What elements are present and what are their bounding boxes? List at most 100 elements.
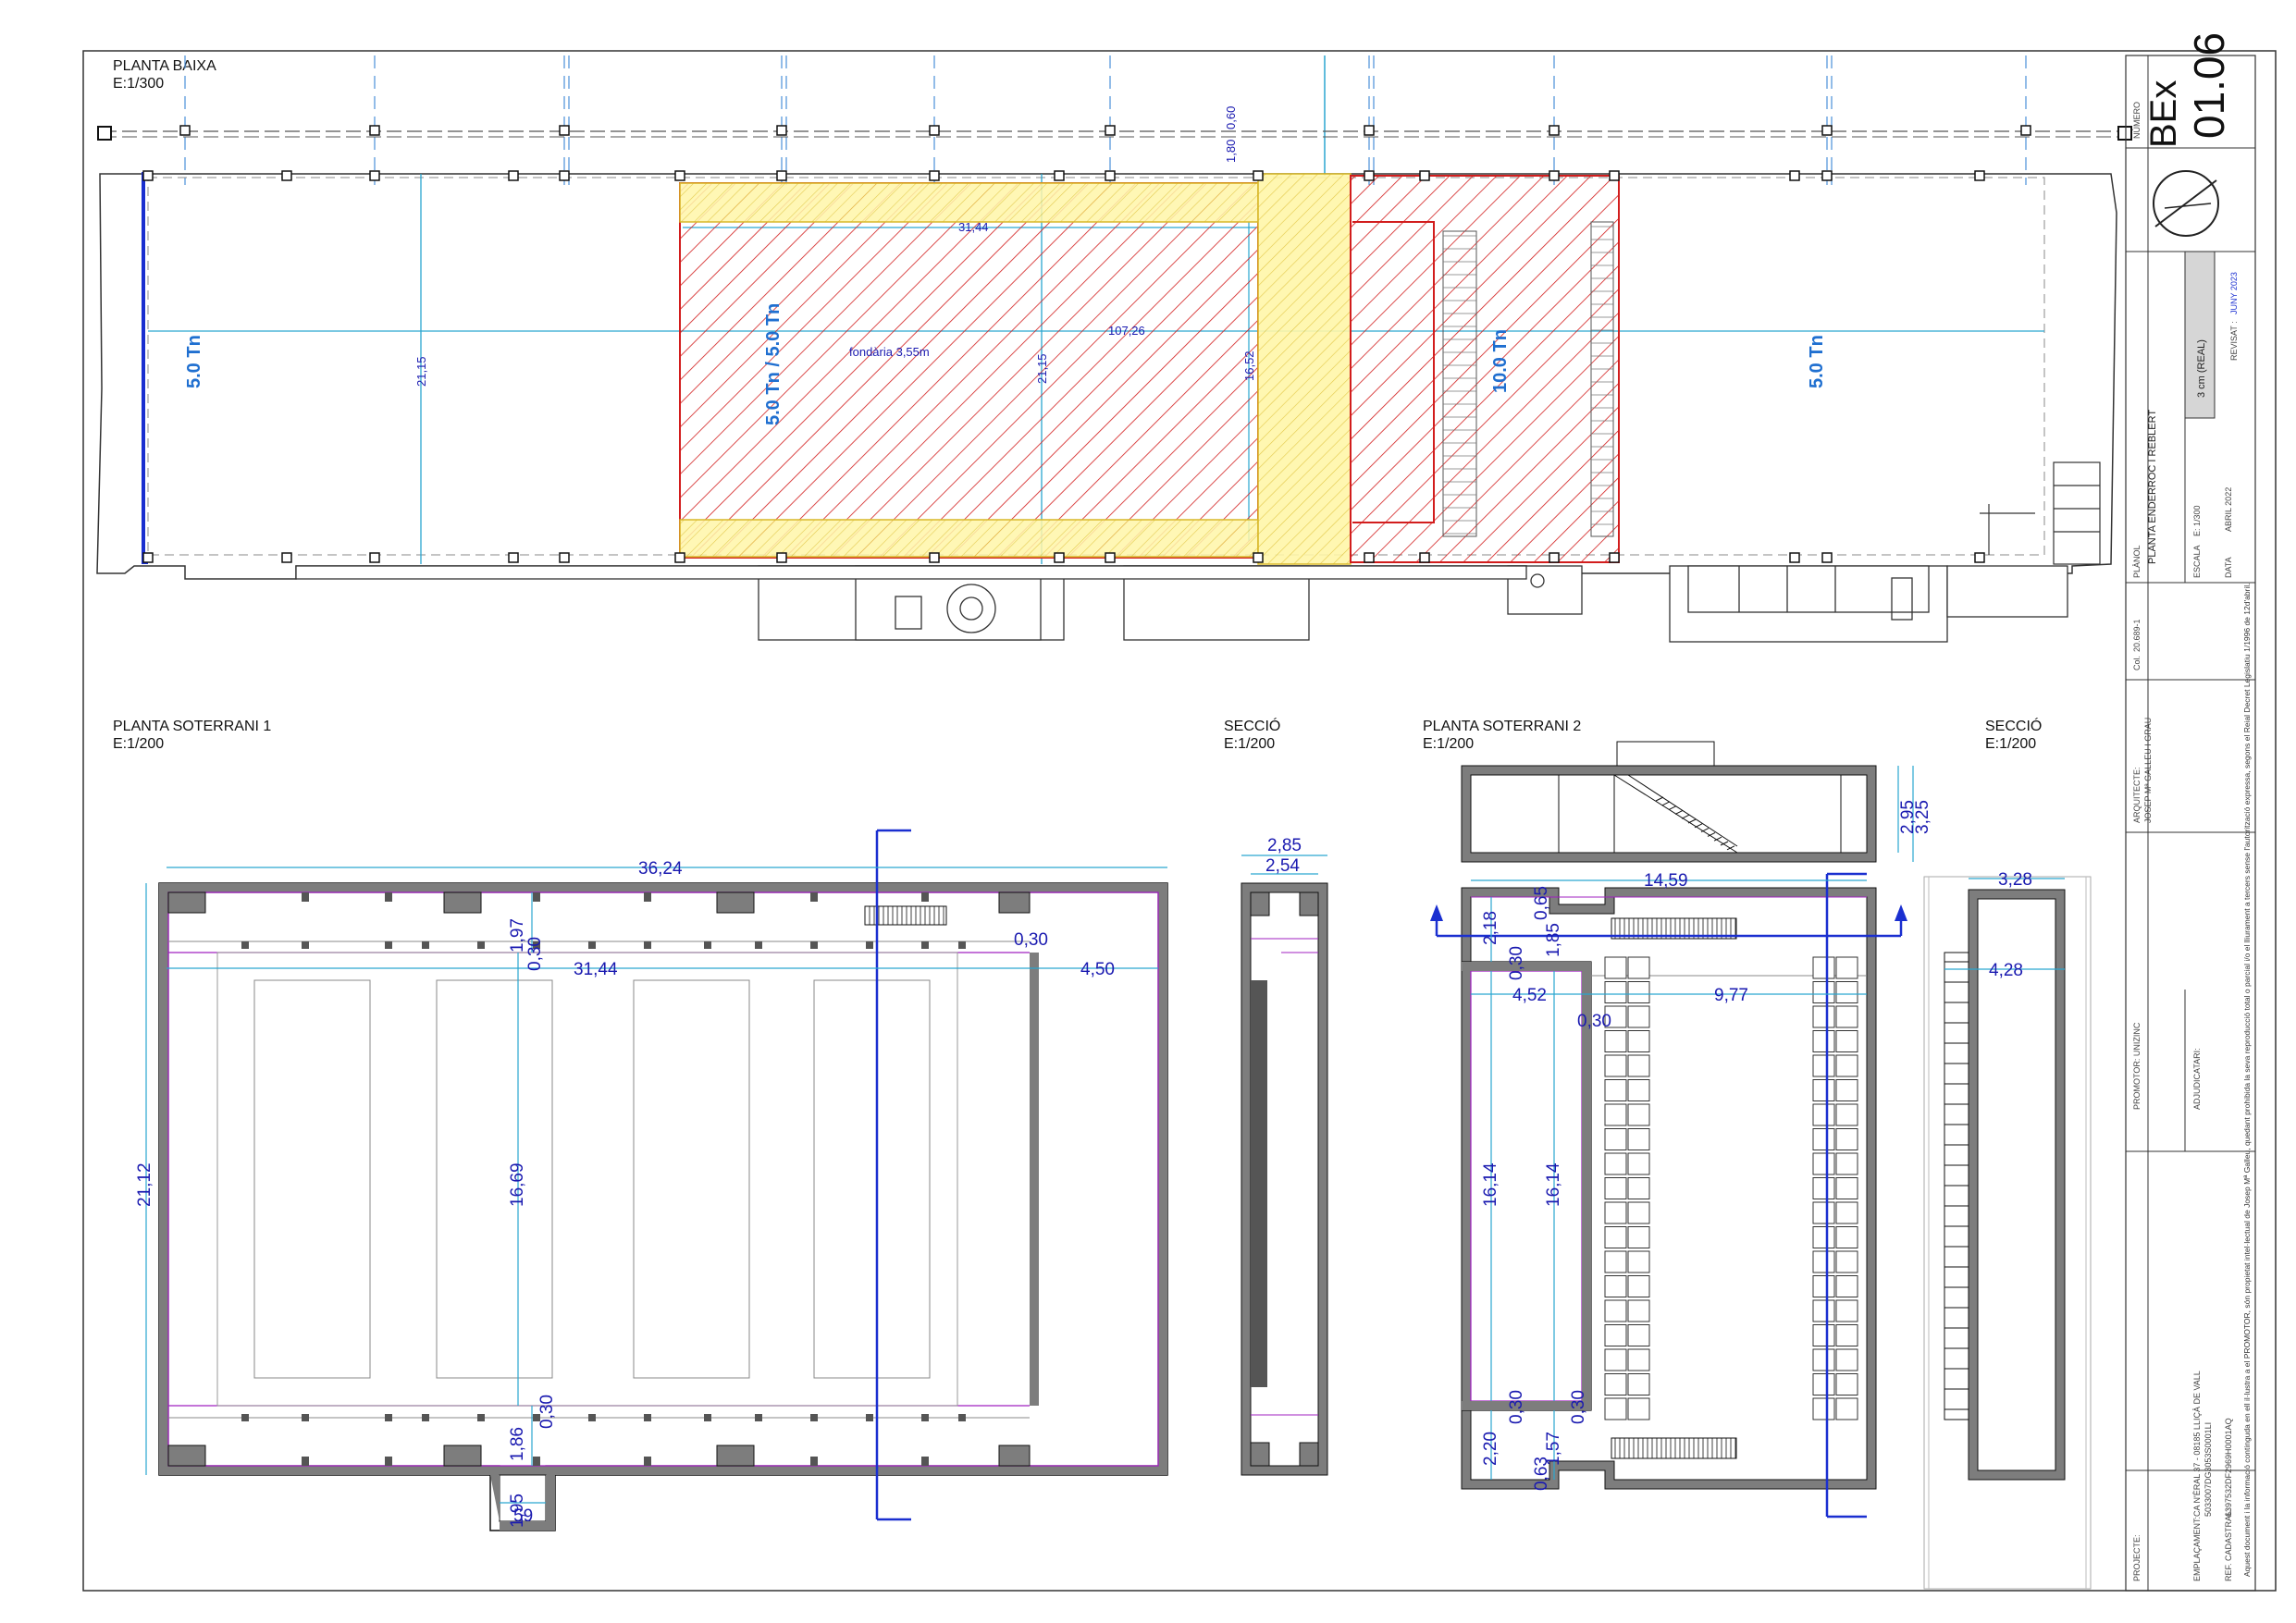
storage-cell [1835,1397,1858,1420]
s1-dim-height-inner: 16,69 [508,1162,527,1207]
tb-emplacament-label: EMPLAÇAMENT: [2192,1517,2202,1581]
column [1974,170,1985,181]
storage-cell [1812,1005,1835,1028]
storage-cell [1627,981,1650,1003]
storage-cell [1627,1275,1650,1297]
tb-legal-note: Aquest document i la informació contingu… [2242,583,2252,1577]
seccio2-scale: E:1/200 [1985,736,2036,752]
planta-soterrani-1: PLANTA SOTERRANI 1 E:1/200 36,24 31,44 4… [113,719,1168,1531]
planta-baixa-title: PLANTA BAIXA [113,58,216,74]
storage-cell [1604,1079,1627,1101]
dim-width-left: 21,15 [414,356,428,387]
s1-dim-width-inner: 31,44 [574,960,618,979]
storage-cell [1835,1226,1858,1248]
column [1789,170,1800,181]
column [385,1457,392,1466]
column [1364,125,1375,136]
column [644,892,651,902]
column [179,125,191,136]
column [704,941,711,949]
column [921,941,929,949]
storage-cell [1835,1324,1858,1346]
storage-cell [1812,1054,1835,1077]
storage-cell [1812,1299,1835,1322]
storage-cell [1604,1275,1627,1297]
tb-planol-value: PLANTA ENDERROC I REBLERT [2147,410,2158,564]
column [559,125,570,136]
storage-cell [1627,1348,1650,1371]
column [1364,170,1375,181]
storage-cell [1604,1054,1627,1077]
storage-cell [1835,1103,1858,1126]
s2-dim-top-mid: 1,85 [1544,923,1563,957]
storage-cell [1627,1250,1650,1273]
load-label-zone2: 10.0 Tn [1490,329,1511,393]
storage-cell [1812,981,1835,1003]
column [1105,170,1116,181]
s2-dim-top-notch: 0,65 [1532,886,1551,920]
s2-dim-height-left: 16,14 [1481,1162,1500,1207]
column [559,170,570,181]
storage-cell [1835,981,1858,1003]
seccio1-dim-outer: 2,85 [1267,836,1302,855]
tb-numero-label: NÚMERO [2132,102,2142,139]
storage-cell [1812,1348,1835,1371]
tb-scale-box-text: 3 cm (REAL) [2196,339,2207,398]
storage-cell [1604,1299,1627,1322]
dim-hatched-length: 31,44 [958,220,989,234]
s1-dim-wall-2: 0,30 [525,937,545,971]
storage-cell [1812,1373,1835,1396]
column [921,1457,929,1466]
seccio1-dim-inner: 2,54 [1265,856,1300,876]
storage-cell [1835,956,1858,979]
storage-cell [1812,1324,1835,1346]
storage-cell [1604,1348,1627,1371]
column [1364,552,1375,563]
column [810,892,818,902]
column [921,892,929,902]
seccio2-dim-inner: 4,28 [1989,961,2023,980]
planta-baixa-scale: E:1/300 [113,76,164,92]
storage-cell [1604,1324,1627,1346]
column [704,1414,711,1421]
column [369,170,380,181]
storage-cell [1835,1373,1858,1396]
column [674,552,685,563]
storage-cell [1627,1005,1650,1028]
column [1549,125,1560,136]
storage-cell [1604,1201,1627,1224]
tb-arquitecte-label: ARQUITECTE: [2132,767,2142,823]
dim-width-mid: 21,15 [1035,353,1049,384]
s2-dim-height-mid: 16,14 [1544,1162,1563,1207]
s2-dim-wall-d: 0,30 [1569,1390,1588,1424]
tb-col-value: 20.689-1 [2132,619,2142,652]
dim-depth-note: fondària 3,55m [849,345,930,359]
column [1789,552,1800,563]
storage-cell [1835,1128,1858,1150]
storage-cell [1604,1397,1627,1420]
storage-cell [1627,1397,1650,1420]
column [1105,125,1116,136]
storage-cell [1812,1275,1835,1297]
storage-cell [1627,1324,1650,1346]
tb-escala-value: E: 1/300 [2192,505,2202,536]
column [1974,552,1985,563]
dim-total-length: 107,26 [1108,324,1145,338]
column [1609,170,1620,181]
column [302,1414,309,1421]
column [369,125,380,136]
storage-cell [1604,1030,1627,1052]
storage-cell [1835,1005,1858,1028]
title-block: NÚMERO BEx 01.06 3 cm (REAL) REVISAT : J… [2125,32,2256,1592]
column [929,125,940,136]
column [866,941,873,949]
tb-emplacament-value2: 5033007DG3053S0001LI [2203,1422,2213,1517]
s2-dim-bottom-left: 2,20 [1481,1432,1500,1466]
s1-dim-right-gap: 4,50 [1080,960,1115,979]
column [644,1457,651,1466]
s2-dim-bottom-mid: 1,57 [1544,1432,1563,1466]
storage-cell [1835,1275,1858,1297]
storage-cell [1835,1152,1858,1175]
storage-cell [1627,1226,1650,1248]
grid-lines [184,55,2027,185]
